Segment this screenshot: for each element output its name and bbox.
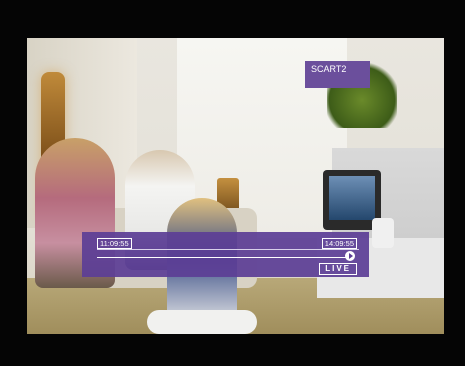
timeline-progress <box>97 257 351 258</box>
live-badge: LIVE <box>319 263 357 275</box>
video-frame <box>27 38 444 334</box>
play-icon <box>345 251 355 261</box>
timeshift-bar: 11:09:55 14:09:55 LIVE <box>82 232 369 277</box>
source-badge: SCART2 <box>305 61 370 88</box>
television-screen <box>329 176 375 220</box>
source-label: SCART2 <box>311 64 347 74</box>
cushion <box>147 310 257 334</box>
timeline-track <box>97 249 359 250</box>
end-time: 14:09:55 <box>321 238 357 249</box>
start-time: 11:09:55 <box>97 238 132 249</box>
speaker <box>372 218 394 248</box>
